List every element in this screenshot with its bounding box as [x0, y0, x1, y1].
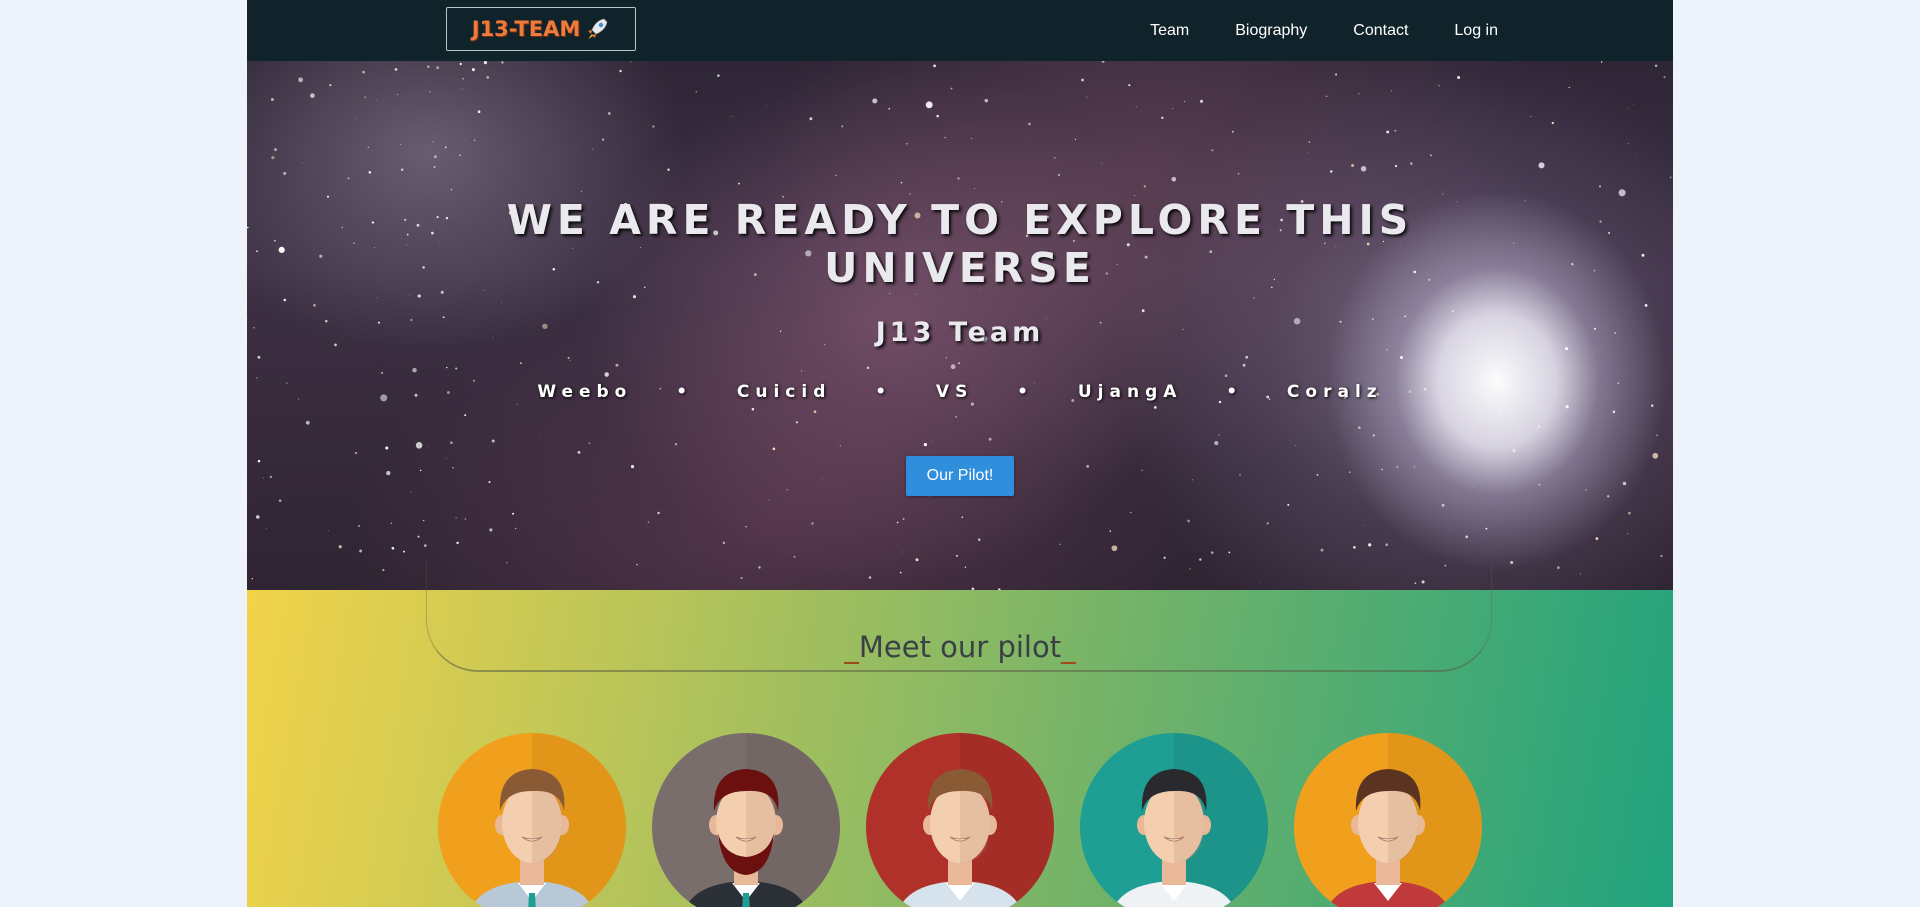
- navbar: J13-TEAM Team Biography Contact Log in: [247, 0, 1673, 61]
- hero-subtitle: J13 Team: [875, 317, 1045, 348]
- nav-link-biography[interactable]: Biography: [1235, 22, 1307, 40]
- heading-underscore-right: _: [1061, 630, 1076, 664]
- heading-underscore-left: _: [844, 630, 859, 664]
- logo[interactable]: J13-TEAM: [446, 7, 636, 51]
- hero-title-line2: UNIVERSE: [824, 244, 1096, 292]
- avatar-illustration: [1294, 733, 1482, 907]
- pilot-section: _Meet our pilot_: [247, 560, 1673, 907]
- nav-link-contact[interactable]: Contact: [1353, 22, 1408, 40]
- page: J13-TEAM Team Biography Contact Log in W…: [247, 0, 1673, 907]
- team-members: Weebo • Cuicid • VS • UjangA • Coralz: [537, 382, 1383, 402]
- pilot-heading: _Meet our pilot_: [247, 630, 1673, 664]
- hero-title-line1: WE ARE READY TO EXPLORE THIS: [506, 196, 1414, 244]
- pilot-avatar-2[interactable]: [652, 733, 840, 907]
- logo-text: J13-TEAM: [471, 17, 581, 41]
- avatar-illustration: [652, 733, 840, 907]
- hero-banner: WE ARE READY TO EXPLORE THIS UNIVERSE J1…: [247, 61, 1673, 590]
- avatar-illustration: [866, 733, 1054, 907]
- nav-links: Team Biography Contact Log in: [1104, 0, 1498, 61]
- pilot-avatar-4[interactable]: [1080, 733, 1268, 907]
- pilot-avatar-5[interactable]: [1294, 733, 1482, 907]
- nav-link-login[interactable]: Log in: [1454, 22, 1498, 40]
- avatar-illustration: [438, 733, 626, 907]
- heading-text: Meet our pilot: [858, 630, 1062, 664]
- avatar-illustration: [1080, 733, 1268, 907]
- pilot-avatar-3[interactable]: [866, 733, 1054, 907]
- pilot-avatars: [438, 733, 1488, 907]
- nav-link-team[interactable]: Team: [1150, 22, 1189, 40]
- rocket-icon: [588, 18, 608, 39]
- our-pilot-button[interactable]: Our Pilot!: [906, 456, 1014, 496]
- pilot-avatar-1[interactable]: [438, 733, 626, 907]
- hero-title: WE ARE READY TO EXPLORE THIS UNIVERSE: [247, 196, 1673, 292]
